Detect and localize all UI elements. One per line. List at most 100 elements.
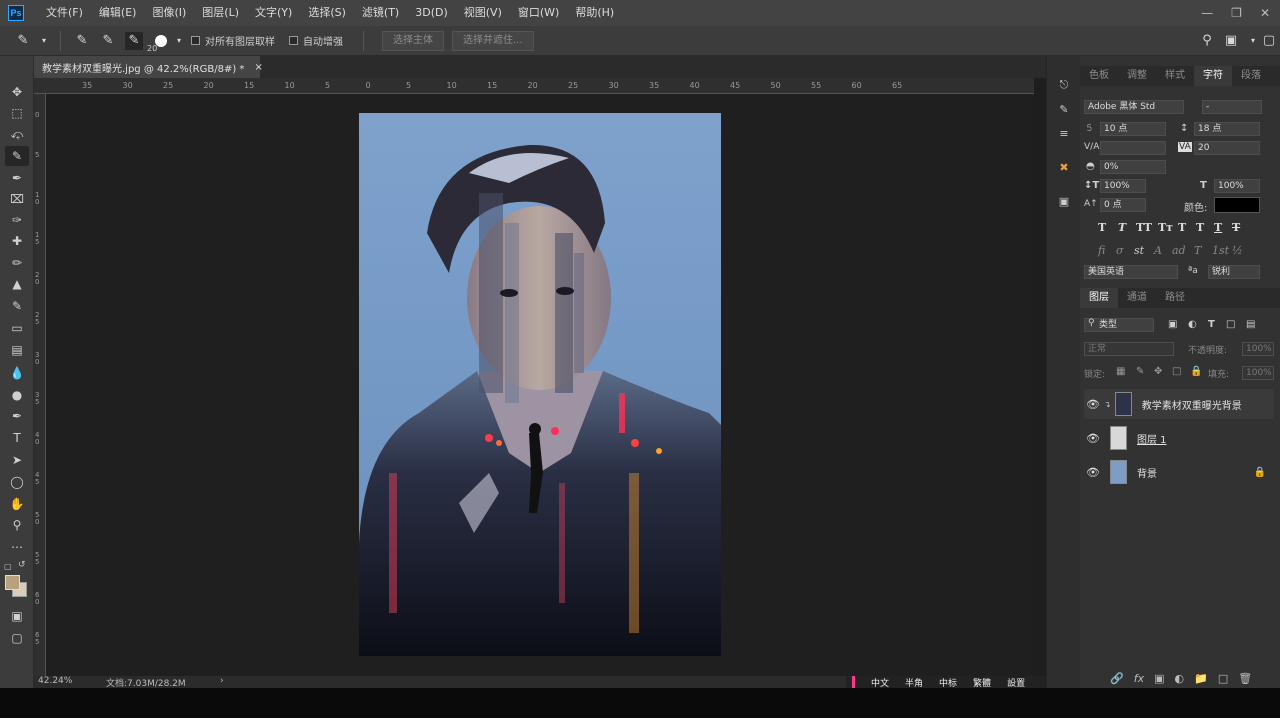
add-mask-icon[interactable]: ▣ (1154, 672, 1164, 685)
gradient-tool-icon[interactable]: ▤ (5, 340, 29, 360)
faux-bold-icon[interactable]: T (1098, 221, 1106, 234)
titling-icon[interactable]: ad (1172, 244, 1186, 257)
layer-name[interactable]: 背景 (1137, 465, 1157, 480)
swash-icon[interactable]: A (1154, 244, 1162, 257)
swap-colors-icon[interactable]: ↺ (18, 560, 28, 570)
new-group-icon[interactable]: 📁 (1194, 672, 1208, 685)
layer-row[interactable]: 👁 ↴ 教学素材双重曝光背景 (1084, 389, 1274, 419)
dodge-tool-icon[interactable]: ● (5, 385, 29, 405)
layer-row[interactable]: 👁 图层 1 (1084, 423, 1274, 453)
opacity-field[interactable]: 100% (1242, 342, 1274, 356)
menu-edit[interactable]: 编辑(E) (91, 0, 145, 26)
add-to-selection-icon[interactable]: ✎ (99, 32, 117, 50)
font-family-select[interactable]: Adobe 黑体 Std (1084, 100, 1184, 114)
filter-smart-object-icon[interactable]: ▤ (1246, 319, 1255, 330)
small-caps-icon[interactable]: Tт (1158, 221, 1173, 234)
pen-tool-icon[interactable]: ✒ (5, 406, 29, 426)
faux-italic-icon[interactable]: T (1118, 221, 1126, 234)
ime-halfwidth[interactable]: 半角 (905, 676, 923, 689)
quick-select-tool-preset-icon[interactable]: ✎ (14, 32, 32, 50)
adjustments-icon[interactable]: ≡ (1055, 124, 1073, 142)
tab-layers[interactable]: 图层 (1080, 288, 1118, 308)
auto-enhance-checkbox[interactable]: 自动增强 (289, 33, 343, 48)
document-image[interactable] (359, 113, 721, 656)
tab-character[interactable]: 字符 (1194, 66, 1232, 86)
font-size-field[interactable]: 10 点 (1100, 122, 1166, 136)
layer-name[interactable]: 图层 1 (1137, 431, 1167, 446)
fractions-icon[interactable]: ½ (1232, 244, 1243, 257)
status-menu-arrow-icon[interactable]: › (220, 676, 224, 686)
menu-image[interactable]: 图像(I) (144, 0, 194, 26)
marquee-tool-icon[interactable]: ⬚ (5, 103, 29, 123)
tsume-field[interactable]: 0% (1100, 160, 1166, 174)
ordinals-icon[interactable]: T (1194, 244, 1201, 257)
antialias-select[interactable]: 锐利 (1208, 265, 1260, 279)
superscript-icon[interactable]: T (1178, 221, 1186, 234)
screen-mode-icon[interactable]: ▢ (5, 628, 29, 648)
lock-all-icon[interactable]: 🔒 (1190, 366, 1202, 377)
search-icon[interactable]: ⚲ (1198, 32, 1216, 50)
kerning-field[interactable] (1100, 141, 1166, 155)
new-layer-icon[interactable]: □ (1218, 672, 1228, 685)
menu-view[interactable]: 视图(V) (456, 0, 510, 26)
ellipse-tool-icon[interactable]: ◯ (5, 472, 29, 492)
language-select[interactable]: 美国英语 (1084, 265, 1178, 279)
menu-window[interactable]: 窗口(W) (510, 0, 567, 26)
menu-select[interactable]: 选择(S) (300, 0, 354, 26)
filter-pixel-icon[interactable]: ▣ (1168, 319, 1177, 330)
lock-pixels-icon[interactable]: ✎ (1136, 366, 1144, 377)
font-style-select[interactable]: - (1202, 100, 1262, 114)
tab-paragraph[interactable]: 段落 (1232, 66, 1270, 86)
tab-paths[interactable]: 路径 (1156, 288, 1194, 308)
ime-traditional[interactable]: 繁體 (973, 676, 991, 689)
crop-tool-icon[interactable]: ✒ (5, 168, 29, 188)
hand-tool-icon[interactable]: ✋ (5, 494, 29, 514)
all-caps-icon[interactable]: TT (1136, 221, 1152, 234)
chevron-down-icon[interactable]: ▾ (175, 32, 183, 50)
baseline-shift-field[interactable]: 0 点 (1100, 198, 1146, 212)
path-selection-tool-icon[interactable]: ➤ (5, 450, 29, 470)
zoom-tool-icon[interactable]: ⚲ (5, 515, 29, 535)
sample-all-layers-checkbox[interactable]: 对所有图层取样 (191, 33, 275, 48)
healing-brush-tool-icon[interactable]: ✚ (5, 231, 29, 251)
lock-transparency-icon[interactable]: ▦ (1116, 366, 1125, 377)
ime-chinese[interactable]: 中文 (871, 676, 889, 689)
lock-position-icon[interactable]: ✥ (1154, 366, 1162, 377)
lasso-tool-icon[interactable]: ⤽ (5, 124, 29, 144)
restore-icon[interactable]: ❐ (1231, 6, 1242, 20)
eye-icon[interactable]: 👁 (1084, 466, 1102, 479)
tab-adjustments[interactable]: 调整 (1118, 66, 1156, 86)
menu-layer[interactable]: 图层(L) (194, 0, 247, 26)
type-tool-icon[interactable]: T (5, 428, 29, 448)
ime-settings[interactable]: 設置 (1007, 676, 1025, 689)
menu-3d[interactable]: 3D(D) (407, 0, 456, 26)
brush-tool-icon[interactable]: ✏ (5, 253, 29, 273)
default-colors-icon[interactable]: ▢ (4, 562, 14, 572)
quick-selection-tool-icon[interactable]: ✎ (5, 146, 29, 166)
filter-type-icon[interactable]: T (1208, 319, 1215, 330)
vertical-scale-field[interactable]: 100% (1100, 179, 1146, 193)
old-style-icon[interactable]: σ (1116, 244, 1124, 257)
chevron-down-icon[interactable]: ▾ (40, 32, 48, 50)
menu-type[interactable]: 文字(Y) (247, 0, 300, 26)
menu-filter[interactable]: 滤镜(T) (354, 0, 407, 26)
layer-name[interactable]: 教学素材双重曝光背景 (1142, 397, 1242, 412)
history-icon[interactable]: ⎋ (1055, 76, 1073, 94)
fx-icon[interactable]: fx (1134, 672, 1144, 685)
tracking-field[interactable]: 20 (1194, 141, 1260, 155)
blend-mode-select[interactable]: 正常 (1084, 342, 1174, 356)
eraser-tool-icon[interactable]: ▭ (5, 318, 29, 338)
move-tool-icon[interactable]: ✥ (5, 82, 29, 102)
tab-styles[interactable]: 样式 (1156, 66, 1194, 86)
properties-icon[interactable]: ▣ (1055, 192, 1073, 210)
workspace-icon[interactable]: ▣ (1222, 32, 1240, 50)
text-color-swatch[interactable] (1214, 197, 1260, 213)
ligatures-icon[interactable]: fi (1098, 244, 1105, 257)
brush-settings-icon[interactable]: ✎ (1055, 100, 1073, 118)
menu-file[interactable]: 文件(F) (38, 0, 91, 26)
subscript-icon[interactable]: T (1196, 221, 1204, 234)
photoshop-logo-icon[interactable]: Ps (8, 5, 24, 21)
close-tab-icon[interactable]: × (254, 62, 262, 73)
superior-icon[interactable]: 1st (1212, 244, 1229, 257)
select-and-mask-button[interactable]: 选择并遮住... (452, 30, 534, 51)
